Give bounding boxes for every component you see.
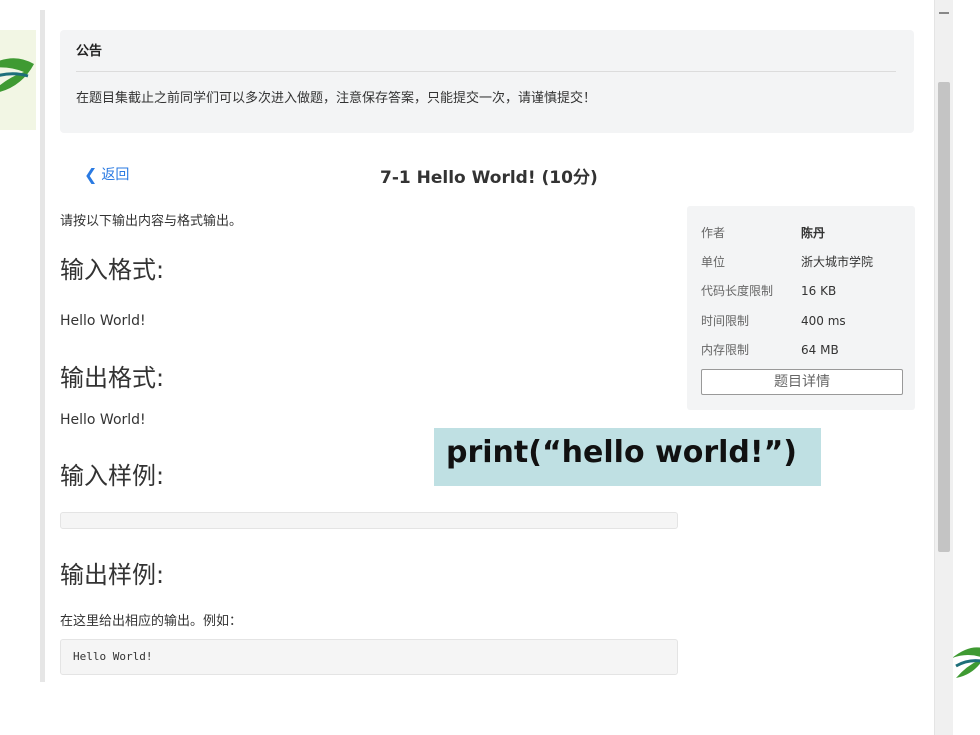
info-value: 64 MB <box>801 343 839 357</box>
content-left-border <box>40 10 45 682</box>
code-annotation-text: print(“hello world!”) <box>446 435 797 470</box>
announcement-title: 公告 <box>76 44 103 59</box>
input-format-text: Hello World! <box>60 313 146 329</box>
sample-output-heading: 输出样例: <box>60 561 165 589</box>
info-row-unit: 单位 浙大城市学院 <box>701 253 873 270</box>
sample-output-code-text: Hello World! <box>73 650 153 663</box>
problem-info-panel: 作者 陈丹 单位 浙大城市学院 代码长度限制 16 KB 时间限制 400 ms 内存限… <box>687 206 915 410</box>
problem-detail-button[interactable]: 题目详情 <box>701 369 903 395</box>
info-value: 陈丹 <box>801 226 826 240</box>
info-value: 400 ms <box>801 314 846 328</box>
info-key: 代码长度限制 <box>701 284 774 298</box>
code-annotation-overlay: print(“hello world!”) <box>434 428 821 486</box>
vertical-scrollbar[interactable] <box>934 0 953 735</box>
info-row-code-limit: 代码长度限制 16 KB <box>701 282 836 299</box>
sample-input-code <box>60 512 678 529</box>
info-value: 浙大城市学院 <box>801 255 874 269</box>
output-format-heading: 输出格式: <box>60 364 165 392</box>
info-key: 时间限制 <box>701 314 750 328</box>
info-row-memory-limit: 内存限制 64 MB <box>701 341 839 358</box>
info-key: 作者 <box>701 226 726 240</box>
announcement-panel: 公告 在题目集截止之前同学们可以多次进入做题，注意保存答案，只能提交一次，请谨慎… <box>60 30 914 133</box>
school-logo-icon <box>0 30 36 130</box>
info-value: 16 KB <box>801 284 837 298</box>
scroll-up-icon[interactable] <box>939 12 949 14</box>
sample-input-heading: 输入样例: <box>60 462 165 490</box>
info-key: 内存限制 <box>701 343 750 357</box>
output-format-text: Hello World! <box>60 412 146 428</box>
info-key: 单位 <box>701 255 726 269</box>
back-label: 返回 <box>101 167 130 183</box>
problem-title: 7-1 Hello World! (10分) <box>380 168 598 188</box>
scrollbar-thumb[interactable] <box>938 82 950 552</box>
info-row-author: 作者 陈丹 <box>701 224 825 241</box>
back-button[interactable]: ❮ 返回 <box>84 164 129 184</box>
page: 公告 在题目集截止之前同学们可以多次进入做题，注意保存答案，只能提交一次，请谨慎… <box>0 0 980 735</box>
sample-output-code: Hello World! <box>60 639 678 675</box>
info-row-time-limit: 时间限制 400 ms <box>701 312 846 329</box>
announcement-text: 在题目集截止之前同学们可以多次进入做题，注意保存答案，只能提交一次，请谨慎提交！ <box>76 91 597 106</box>
problem-description: 请按以下输出内容与格式输出。 <box>60 214 243 229</box>
input-format-heading: 输入格式: <box>60 256 165 284</box>
chevron-left-icon: ❮ <box>84 164 98 184</box>
divider <box>76 71 896 72</box>
sample-output-description: 在这里给出相应的输出。例如： <box>60 614 243 629</box>
